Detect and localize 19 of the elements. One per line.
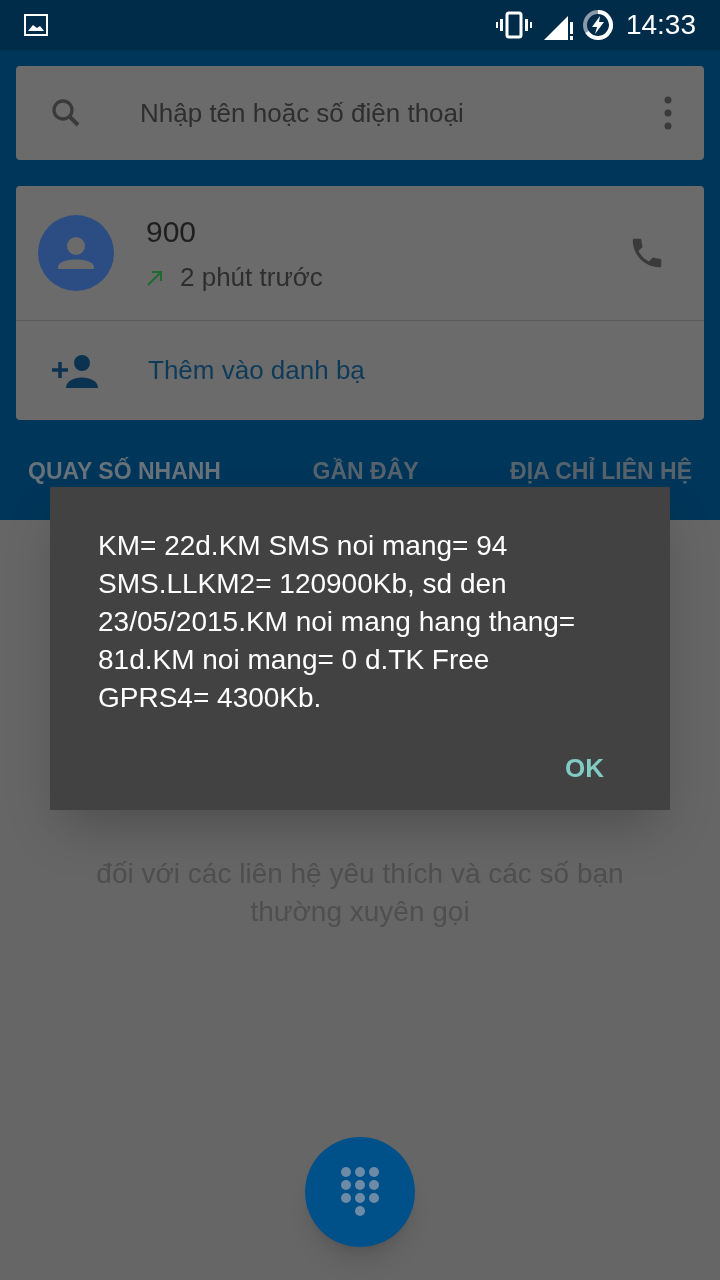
tab[interactable]: QUAY SỐ NHANH: [28, 458, 221, 484]
caller-number: 900: [146, 214, 198, 250]
outgoing-call-arrow-icon: [146, 268, 164, 287]
battery-charging-icon: [581, 9, 614, 41]
call-time: 2 phút trước: [180, 261, 323, 294]
tab[interactable]: GẦN ĐÂY: [312, 458, 419, 484]
clock-time: 14:33: [625, 8, 696, 42]
add-contact-row[interactable]: Thêm vào danh bạ: [16, 321, 704, 420]
search-field[interactable]: Nhập tên hoặc số điện thoại: [16, 66, 704, 160]
ok-button[interactable]: OK: [549, 737, 620, 800]
vibrate-icon: [495, 11, 532, 39]
tab[interactable]: ĐỊA CHỈ LIÊN HỆ: [510, 458, 692, 484]
add-person-icon: [52, 353, 100, 388]
image-icon: [24, 13, 48, 37]
dialpad-icon: [340, 1166, 380, 1218]
avatar-icon: [38, 215, 114, 291]
search-input[interactable]: Nhập tên hoặc số điện thoại: [140, 93, 664, 133]
dialog-message: KM= 22d.KM SMS noi mang= 94 SMS.LLKM2= 120900Kb, sd den 23/05/2015.KM noi mang hang thang= 81d.KM noi mang= 0 d.TK Free GPRS4= 4300Kb.: [98, 529, 577, 715]
more-options-icon[interactable]: [664, 96, 672, 130]
